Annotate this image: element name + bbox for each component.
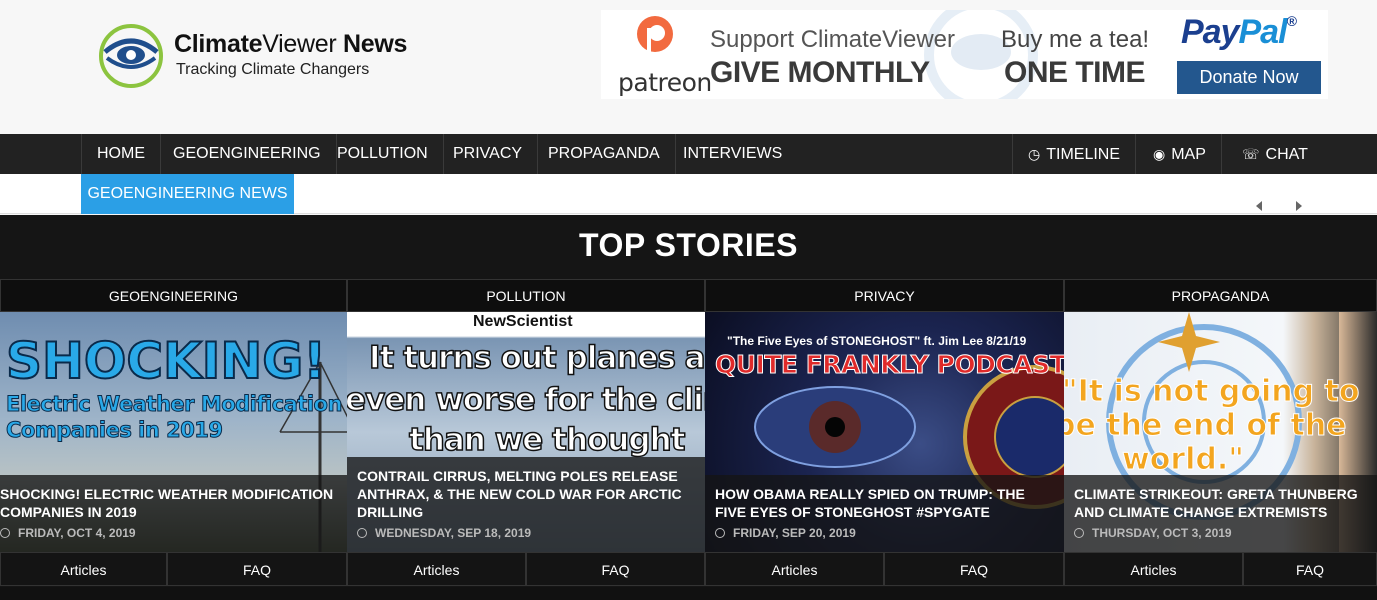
tab-articles[interactable]: Articles: [705, 552, 884, 586]
nav-chat[interactable]: ☏ CHAT: [1227, 134, 1323, 174]
support-label: Support ClimateViewer: [710, 26, 956, 53]
donate-now-button[interactable]: Donate Now: [1177, 61, 1321, 94]
prev-arrow-icon[interactable]: [1256, 201, 1262, 211]
nav-propaganda[interactable]: PROPAGANDA: [533, 134, 676, 174]
tab-faq[interactable]: FAQ: [167, 552, 347, 586]
globe-icon: ◉: [1153, 146, 1166, 162]
story-caption: SHOCKING! ELECTRIC WEATHER MODIFICATION …: [0, 475, 347, 552]
thumb-headline: than we thought: [408, 421, 686, 459]
patreon-label: patreon: [618, 68, 712, 97]
thumb-subline: Electric Weather Modification: [6, 392, 343, 417]
tab-articles[interactable]: Articles: [0, 552, 167, 586]
subnav-geoengineering-news[interactable]: GEOENGINEERING NEWS: [81, 174, 294, 214]
thumb-headline: world.": [1122, 442, 1245, 478]
main-nav: HOME GEOENGINEERING POLLUTION PRIVACY PR…: [0, 134, 1377, 174]
thumb-headline: SHOCKING!: [5, 331, 327, 391]
nav-home[interactable]: HOME: [81, 134, 161, 174]
site-header: ClimateViewer News Tracking Climate Chan…: [0, 0, 1377, 134]
thumb-headline: even worse for the climate: [347, 381, 705, 419]
story-caption: CONTRAIL CIRRUS, MELTING POLES RELEASE A…: [347, 457, 705, 552]
newscientist-logo: NewScientist: [473, 313, 573, 330]
story-date: WEDNESDAY, SEP 18, 2019: [357, 526, 697, 540]
story-date: THURSDAY, OCT 3, 2019: [1074, 526, 1369, 540]
paypal-logo: PayPal®: [1181, 13, 1297, 51]
eye-graphic-icon: [754, 386, 916, 468]
category-label[interactable]: GEOENGINEERING: [0, 279, 347, 312]
donation-banner[interactable]: patreon Support ClimateViewer GIVE MONTH…: [601, 10, 1328, 99]
column-tabs: Articles FAQ: [1064, 552, 1377, 586]
nav-pollution[interactable]: POLLUTION: [322, 134, 444, 174]
story-caption: CLIMATE STRIKEOUT: GRETA THUNBERG AND CL…: [1064, 475, 1377, 552]
story-title[interactable]: HOW OBAMA REALLY SPIED ON TRUMP: THE FIV…: [715, 475, 1056, 521]
thumb-headline: "It is not going to: [1064, 374, 1360, 410]
category-label[interactable]: PRIVACY: [705, 279, 1064, 312]
column-tabs: Articles FAQ: [0, 552, 347, 586]
sub-nav: GEOENGINEERING NEWS: [0, 174, 1377, 214]
site-title[interactable]: ClimateViewer News: [174, 30, 407, 59]
nav-privacy[interactable]: PRIVACY: [438, 134, 539, 174]
nav-map[interactable]: ◉ MAP: [1138, 134, 1222, 174]
clock-icon: [1074, 528, 1084, 538]
thumb-headline: It turns out planes are: [368, 339, 705, 377]
next-arrow-icon[interactable]: [1296, 201, 1302, 211]
clock-icon: [715, 528, 725, 538]
nav-timeline[interactable]: ◷ TIMELINE: [1012, 134, 1137, 174]
chat-icon: ☏: [1242, 146, 1260, 162]
thumb-headline: be the end of the: [1064, 408, 1347, 444]
story-title[interactable]: CONTRAIL CIRRUS, MELTING POLES RELEASE A…: [357, 457, 697, 521]
patreon-logo-icon: [637, 16, 673, 54]
story-column-geoengineering: GEOENGINEERING SHOCKING! Electric Weathe…: [0, 279, 347, 600]
nav-geoengineering[interactable]: GEOENGINEERING: [158, 134, 337, 174]
thumb-subline: Companies in 2019: [6, 418, 224, 443]
category-label[interactable]: POLLUTION: [347, 279, 705, 312]
tab-faq[interactable]: FAQ: [1243, 552, 1377, 586]
story-caption: HOW OBAMA REALLY SPIED ON TRUMP: THE FIV…: [705, 475, 1064, 552]
give-monthly-label: GIVE MONTHLY: [710, 56, 930, 89]
story-image[interactable]: "It is not going to be the end of the wo…: [1064, 312, 1377, 552]
story-column-pollution: POLLUTION NewScientist It turns out plan…: [347, 279, 705, 600]
column-tabs: Articles FAQ: [347, 552, 705, 586]
tab-faq[interactable]: FAQ: [526, 552, 705, 586]
story-image[interactable]: "The Five Eyes of STONEGHOST" ft. Jim Le…: [705, 312, 1064, 552]
tab-articles[interactable]: Articles: [347, 552, 526, 586]
top-stories-heading: TOP STORIES: [579, 227, 798, 263]
thumb-subline: "The Five Eyes of STONEGHOST" ft. Jim Le…: [727, 334, 1027, 348]
top-stories-section: TOP STORIES GEOENGINEERING SHOCKING! Ele…: [0, 215, 1377, 600]
clock-icon: [357, 528, 367, 538]
story-date: FRIDAY, OCT 4, 2019: [0, 526, 339, 540]
tab-articles[interactable]: Articles: [1064, 552, 1243, 586]
story-title[interactable]: CLIMATE STRIKEOUT: GRETA THUNBERG AND CL…: [1074, 475, 1369, 521]
clock-icon: ◷: [1028, 146, 1041, 162]
story-image[interactable]: SHOCKING! Electric Weather Modification …: [0, 312, 347, 552]
column-tabs: Articles FAQ: [705, 552, 1064, 586]
thumb-headline: QUITE FRANKLY PODCAST: [714, 350, 1064, 380]
buy-tea-label: Buy me a tea!: [1001, 26, 1150, 53]
clock-icon: [0, 528, 10, 538]
story-column-privacy: PRIVACY "The Five Eyes of STONEGHOST" ft…: [705, 279, 1064, 600]
eye-logo-icon[interactable]: [97, 22, 165, 90]
site-tagline: Tracking Climate Changers: [176, 61, 370, 78]
category-label[interactable]: PROPAGANDA: [1064, 279, 1377, 312]
tab-faq[interactable]: FAQ: [884, 552, 1064, 586]
story-image[interactable]: NewScientist It turns out planes are eve…: [347, 312, 705, 552]
story-title[interactable]: SHOCKING! ELECTRIC WEATHER MODIFICATION …: [0, 475, 339, 521]
story-column-propaganda: PROPAGANDA "It is not going to be the en…: [1064, 279, 1377, 600]
one-time-label: ONE TIME: [1004, 56, 1146, 89]
section-bottom-strip: [0, 587, 1377, 600]
nav-interviews[interactable]: INTERVIEWS: [668, 134, 797, 174]
story-date: FRIDAY, SEP 20, 2019: [715, 526, 1056, 540]
